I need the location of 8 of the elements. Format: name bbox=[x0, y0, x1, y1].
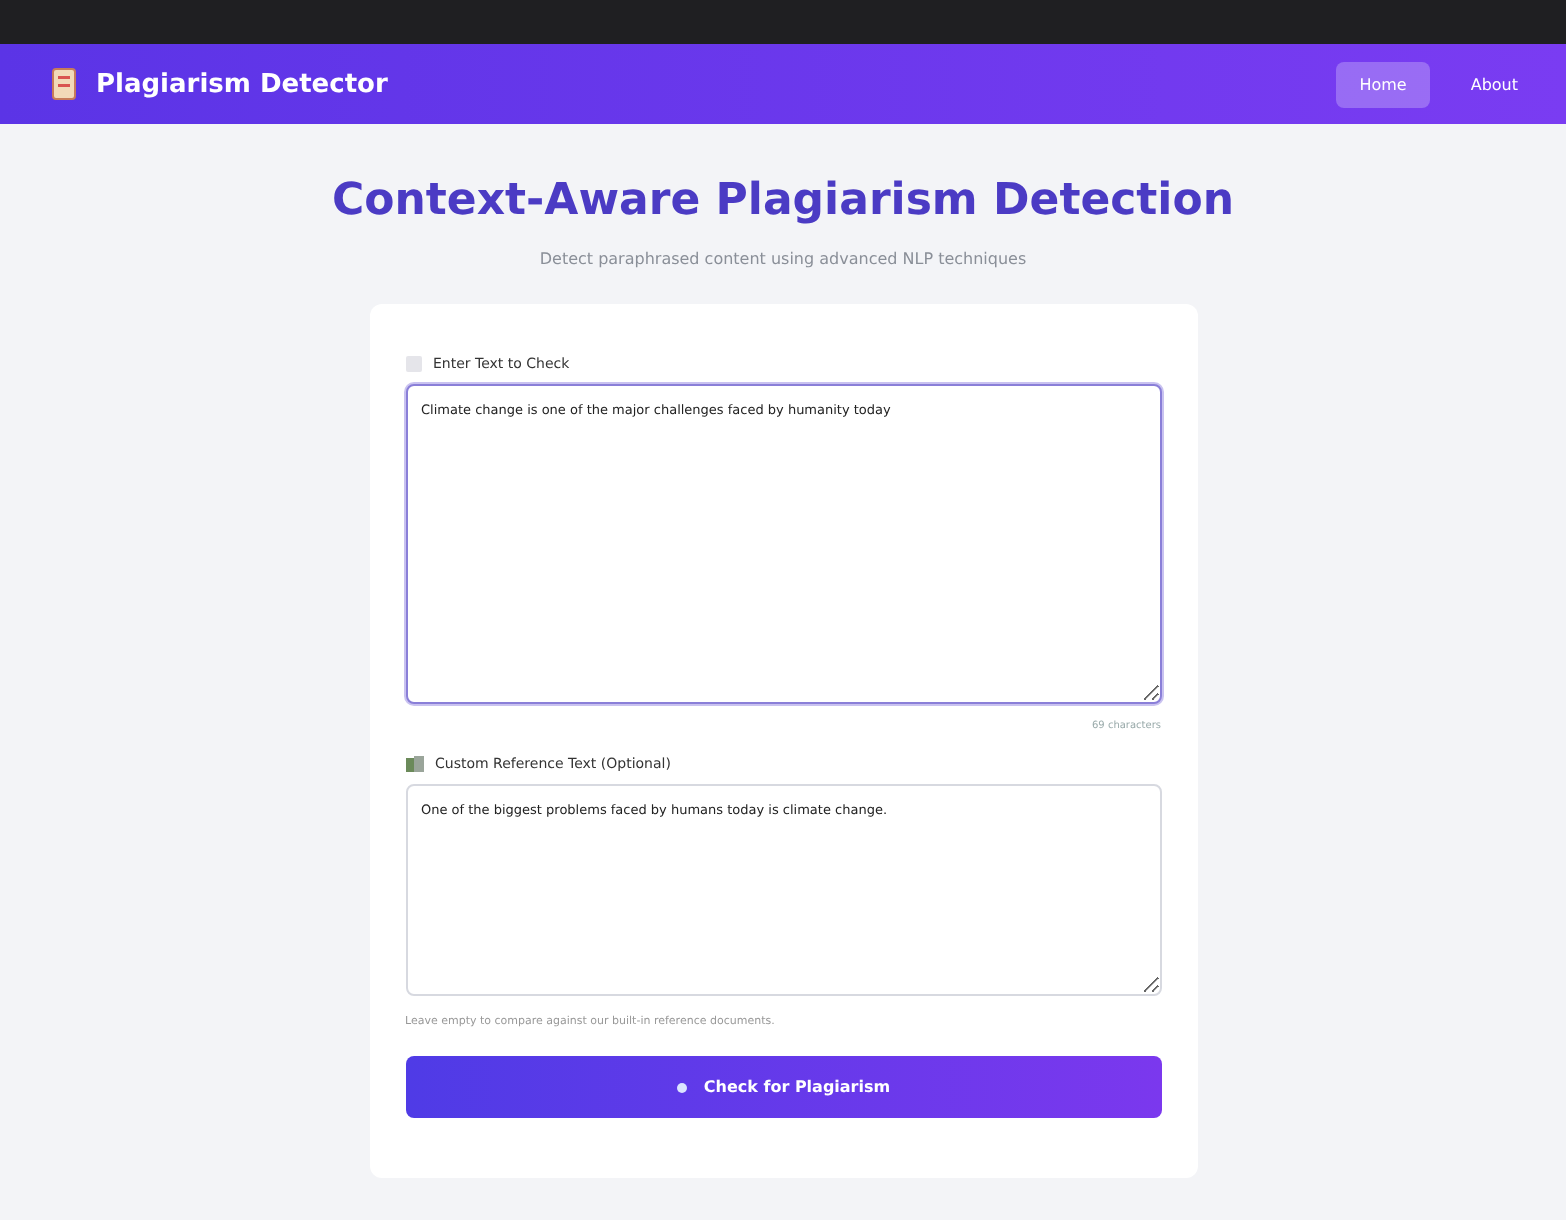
page-title: Context-Aware Plagiarism Detection bbox=[331, 176, 1235, 226]
document-icon bbox=[52, 68, 76, 100]
books-icon bbox=[405, 756, 423, 772]
check-button[interactable]: Check for Plagiarism bbox=[405, 1056, 1161, 1118]
page-subtitle: Detect paraphrased content using advanced NLP techniques bbox=[539, 250, 1027, 268]
nav-link[interactable]: Home bbox=[1335, 61, 1431, 107]
nav-link[interactable]: About bbox=[1446, 61, 1542, 107]
app-title: Plagiarism Detector bbox=[96, 69, 388, 99]
